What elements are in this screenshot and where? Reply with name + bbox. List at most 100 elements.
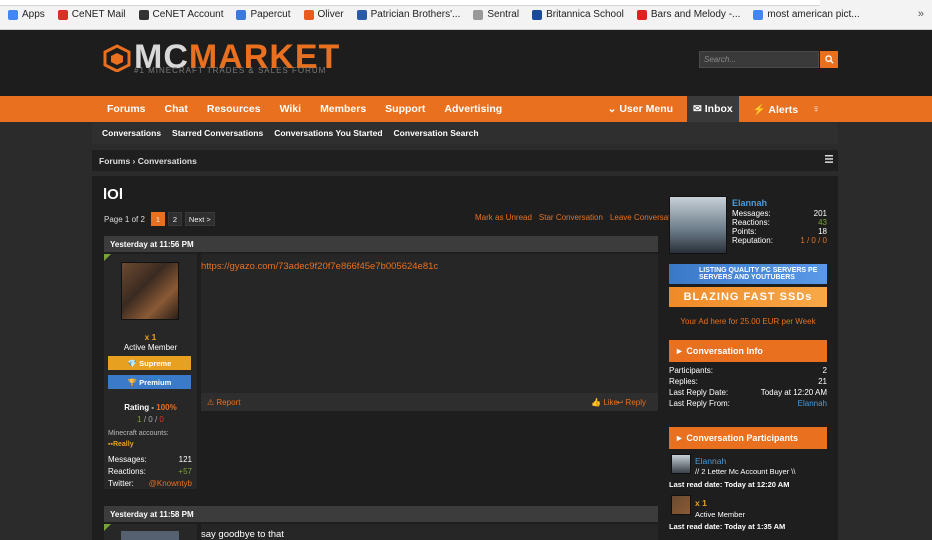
minecraft-accounts-label: Minecraft accounts: <box>108 430 169 437</box>
participant-name[interactable]: x 1 <box>695 498 707 508</box>
bookmark-item[interactable]: Sentral <box>473 9 519 20</box>
sidebar-avatar[interactable] <box>669 196 727 254</box>
reply-link[interactable]: ↩ Reply <box>617 398 646 407</box>
bookmark-label: Bars and Melody -... <box>650 9 741 20</box>
breadcrumb-forums[interactable]: Forums <box>99 156 130 166</box>
participant-title: // 2 Letter Mc Account Buyer \\ <box>695 467 796 476</box>
breadcrumb-conversations[interactable]: Conversations <box>138 156 197 166</box>
user-rating: Rating - 100% <box>124 403 177 412</box>
participant-title: Active Member <box>695 510 746 519</box>
sidebar-stat: Reputation: 1 / 0 / 0 <box>732 236 827 245</box>
menu-icon[interactable] <box>825 155 833 163</box>
search-icon <box>824 55 834 64</box>
bookmark-item[interactable]: Britannica School <box>532 9 624 20</box>
bookmark-item[interactable]: Oliver <box>303 9 344 20</box>
sidebar-username[interactable]: Elannah <box>732 198 767 208</box>
page-1-button[interactable]: 1 <box>150 212 165 226</box>
breadcrumb: Forums › Conversations <box>92 150 838 171</box>
next-page-button[interactable]: Next > <box>184 212 215 226</box>
username[interactable]: x 1 <box>104 332 197 342</box>
main-nav: Forums Chat Resources Wiki Members Support Adv… <box>0 96 932 122</box>
report-link[interactable]: ⚠ Report <box>207 398 240 407</box>
star-conversation-link[interactable]: Star Conversation <box>539 213 603 222</box>
bookmark-favicon-icon <box>236 9 247 20</box>
sub-nav-item[interactable]: Conversations <box>102 128 161 138</box>
nav-tab-advertising[interactable]: Advertising <box>444 103 502 115</box>
sub-nav-item[interactable]: Starred Conversations <box>172 128 263 138</box>
bookmark-favicon-icon <box>138 9 149 20</box>
message-date-bar: Yesterday at 11:58 PM <box>104 506 658 522</box>
message-text: say goodbye to that <box>201 529 284 540</box>
participant-avatar[interactable] <box>671 454 691 474</box>
avatar[interactable] <box>121 531 179 540</box>
sub-nav: Conversations Starred Conversations Conver… <box>92 122 838 144</box>
bookmark-favicon-icon <box>473 9 484 20</box>
minecraft-account-name: ▪▪Really <box>108 441 134 448</box>
bookmark-item[interactable]: Patrician Brothers'... <box>356 9 460 20</box>
mark-unread-link[interactable]: Mark as Unread <box>475 213 532 222</box>
bookmark-item[interactable]: Apps <box>8 9 45 20</box>
info-row: Participants: 2 <box>669 366 827 375</box>
premium-badge: 🏆 Premium <box>108 375 191 389</box>
user-menu-button[interactable]: ⌄ User Menu <box>608 103 673 115</box>
thread-actions: Mark as Unread Star Conversation Leave C… <box>468 213 681 222</box>
message-date-bar: Yesterday at 11:56 PM <box>104 236 658 252</box>
rating-values: 1 / 0 / 0 <box>137 415 164 424</box>
site-tagline: #1 MINECRAFT TRADES & SALES FORUM <box>134 66 327 75</box>
info-row: Last Reply From: Elannah <box>669 399 827 408</box>
bookmark-favicon-icon <box>57 9 68 20</box>
page-label: Page 1 of 2 <box>104 214 145 224</box>
nav-tab-resources[interactable]: Resources <box>207 103 261 115</box>
bookmark-label: Oliver <box>317 9 344 20</box>
bookmark-favicon-icon <box>532 9 543 20</box>
bookmark-favicon-icon <box>356 9 367 20</box>
bookmark-item[interactable]: most american pict... <box>753 9 860 20</box>
lightbulb-icon[interactable]: ♀ <box>812 103 820 115</box>
bookmark-item[interactable]: CeNET Mail <box>57 9 126 20</box>
bookmark-item[interactable]: Bars and Melody -... <box>636 9 741 20</box>
participant-avatar[interactable] <box>671 495 691 515</box>
info-row: Last Reply Date: Today at 12:20 AM <box>669 388 827 397</box>
sidebar-stat: Messages: 201 <box>732 209 827 218</box>
like-link[interactable]: 👍 Like <box>591 398 618 407</box>
user-twitter-stat: Twitter: @Knowntyb <box>108 479 192 488</box>
participant-read-date: Last read date: Today at 1:35 AM <box>669 522 786 531</box>
search-button[interactable] <box>820 51 838 68</box>
logo-cube-icon <box>103 44 131 72</box>
nav-tab-chat[interactable]: Chat <box>165 103 188 115</box>
nav-tab-forums[interactable]: Forums <box>107 103 146 115</box>
user-messages-stat: Messages: 121 <box>108 455 192 464</box>
advert-link[interactable]: Your Ad here for 25.00 EUR per Week <box>669 317 827 326</box>
new-message-marker <box>104 254 111 261</box>
sub-nav-item[interactable]: Conversation Search <box>394 128 479 138</box>
page-2-button[interactable]: 2 <box>167 212 182 226</box>
bookmarks-more-button[interactable]: » <box>918 8 924 20</box>
nav-tab-wiki[interactable]: Wiki <box>280 103 302 115</box>
bookmark-label: CeNET Account <box>152 9 224 20</box>
bookmarks-bar: Apps CeNET Mail CeNET Account Papercut Olive… <box>0 0 932 30</box>
user-reactions-stat: Reactions: +57 <box>108 467 192 476</box>
advert-text: LISTING QUALITY PC SERVERS PE SERVERS AN… <box>699 267 818 281</box>
sub-nav-item[interactable]: Conversations You Started <box>274 128 382 138</box>
message-link[interactable]: https://gyazo.com/73adec9f20f7e866f45e7b… <box>201 261 438 272</box>
conversation-info-header: ► Conversation Info <box>669 340 827 362</box>
conversation-participants-header: ► Conversation Participants <box>669 427 827 449</box>
nav-tabs: Forums Chat Resources Wiki Members Support Adv… <box>107 103 521 115</box>
new-message-marker <box>104 524 111 531</box>
bookmark-item[interactable]: CeNET Account <box>138 9 224 20</box>
sub-nav-items: Conversations Starred Conversations Conver… <box>102 128 490 138</box>
nav-tab-members[interactable]: Members <box>320 103 366 115</box>
advert-banner-1[interactable]: LISTING QUALITY PC SERVERS PE SERVERS AN… <box>669 264 827 284</box>
pagination: Page 1 of 2 1 2 Next > <box>104 212 215 226</box>
advert-banner-2[interactable]: BLAZING FAST SSDs <box>669 287 827 307</box>
participant-read-date: Last read date: Today at 12:20 AM <box>669 480 790 489</box>
alerts-button[interactable]: ⚡ Alerts <box>753 103 798 116</box>
info-row: Replies: 21 <box>669 377 827 386</box>
nav-tab-support[interactable]: Support <box>385 103 425 115</box>
inbox-button[interactable]: ✉ Inbox <box>687 96 739 122</box>
avatar[interactable] <box>121 262 179 320</box>
bookmark-label: CeNET Mail <box>71 9 126 20</box>
search-input[interactable]: Search... <box>699 51 819 68</box>
participant-name[interactable]: Elannah <box>695 456 726 466</box>
bookmark-item[interactable]: Papercut <box>236 9 291 20</box>
